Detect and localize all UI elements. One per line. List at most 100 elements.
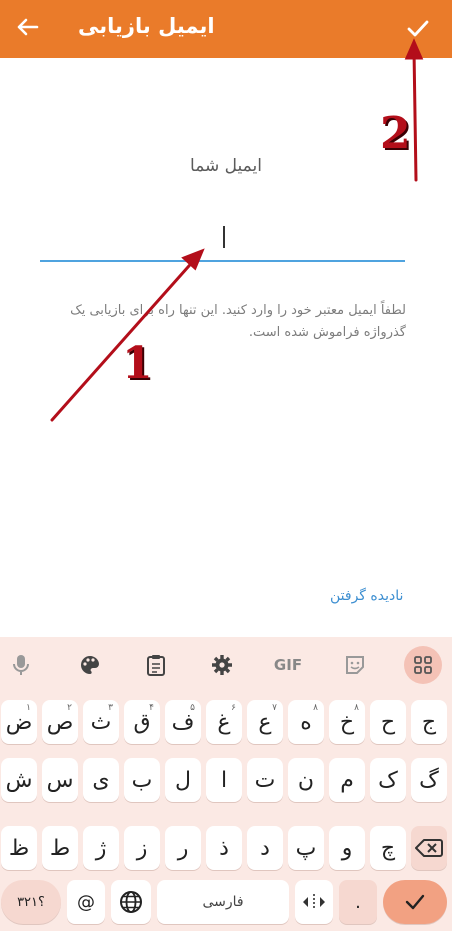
numbers-key[interactable]: ؟۳۲۱ — [1, 880, 61, 924]
key-label: و — [341, 835, 353, 861]
key[interactable]: ف۵ — [165, 700, 201, 744]
key-label: گ — [419, 767, 439, 793]
email-label: ایمیل شما — [190, 156, 262, 176]
key-label: ی — [92, 767, 110, 793]
key-label: ل — [175, 767, 191, 793]
key[interactable]: ل — [165, 758, 201, 802]
key-hint: ۴ — [149, 703, 154, 713]
sticker-icon[interactable] — [339, 649, 371, 681]
key-label: د — [260, 835, 270, 861]
cursor-arrows-icon — [303, 894, 325, 910]
key-label: ط — [49, 835, 71, 861]
backspace-key[interactable] — [411, 826, 447, 870]
key-label: ق — [133, 709, 151, 735]
key[interactable]: ش — [1, 758, 37, 802]
key-label: ج — [421, 709, 437, 735]
key[interactable]: ط — [42, 826, 78, 870]
skip-link[interactable]: نادیده گرفتن — [330, 588, 403, 604]
gif-button[interactable]: GIF — [272, 649, 304, 681]
page-title: ایمیل بازیابی — [78, 14, 215, 38]
key-label: ث — [90, 709, 112, 735]
key-label: ه — [300, 709, 312, 735]
key-label: ظ — [8, 835, 30, 861]
key-hint: ۵ — [190, 703, 195, 713]
key[interactable]: ا — [206, 758, 242, 802]
key[interactable]: ج — [411, 700, 447, 744]
key-label: چ — [380, 835, 396, 861]
clipboard-icon[interactable] — [140, 649, 172, 681]
key[interactable]: ذ — [206, 826, 242, 870]
text-caret — [223, 226, 225, 248]
check-icon[interactable] — [402, 12, 434, 44]
palette-icon[interactable] — [74, 649, 106, 681]
key-label: م — [340, 767, 354, 793]
key[interactable]: ح — [370, 700, 406, 744]
key-label: خ — [339, 709, 355, 735]
key[interactable]: گ — [411, 758, 447, 802]
keyboard: GIF ج ح خ۸ ه۸ ع۷ غ۶ ف۵ ق۴ ث۳ ص۲ ض۱ گ ک م… — [0, 637, 452, 931]
cursor-move-key[interactable] — [295, 880, 333, 924]
app-bar: ایمیل بازیابی — [0, 0, 452, 58]
key-label: پ — [295, 835, 317, 861]
hint-text: لطفاً ایمیل معتبر خود را وارد کنید. این … — [70, 303, 406, 340]
key-label: ژ — [95, 835, 107, 861]
key[interactable]: چ — [370, 826, 406, 870]
key[interactable]: غ۶ — [206, 700, 242, 744]
check-icon — [405, 894, 425, 910]
key-hint: ۸ — [354, 703, 359, 713]
enter-key[interactable] — [383, 880, 447, 924]
annotation-marker-2: 2 — [380, 108, 411, 159]
key[interactable]: ب — [124, 758, 160, 802]
key[interactable]: پ — [288, 826, 324, 870]
key[interactable]: ر — [165, 826, 201, 870]
key-hint: ۶ — [231, 703, 236, 713]
key-label: ا — [220, 767, 228, 793]
key-label: ک — [378, 767, 398, 793]
key-label: ر — [177, 835, 189, 861]
key-hint: ۷ — [272, 703, 277, 713]
key[interactable]: و — [329, 826, 365, 870]
at-key[interactable]: @ — [67, 880, 105, 924]
key[interactable]: ع۷ — [247, 700, 283, 744]
key[interactable]: ث۳ — [83, 700, 119, 744]
key[interactable]: ی — [83, 758, 119, 802]
key-label: ن — [297, 767, 315, 793]
key[interactable]: ت — [247, 758, 283, 802]
key[interactable]: خ۸ — [329, 700, 365, 744]
annotation-marker-1: 1 — [122, 338, 153, 389]
key[interactable]: ظ — [1, 826, 37, 870]
key-label: س — [46, 767, 74, 793]
gear-icon[interactable] — [206, 649, 238, 681]
key[interactable]: ض۱ — [1, 700, 37, 744]
key-label: ت — [254, 767, 276, 793]
key-label: ض — [5, 709, 33, 735]
space-key[interactable]: فارسی — [157, 880, 289, 924]
key-label: ح — [380, 709, 396, 735]
apps-grid-icon[interactable] — [404, 646, 442, 684]
key-hint: ۸ — [313, 703, 318, 713]
key[interactable]: د — [247, 826, 283, 870]
key-hint: ۱ — [26, 703, 31, 713]
key-label: ب — [131, 767, 153, 793]
key[interactable]: ن — [288, 758, 324, 802]
key[interactable]: س — [42, 758, 78, 802]
arrow-left-icon[interactable] — [12, 12, 42, 42]
key-label: ز — [136, 835, 148, 861]
mic-icon[interactable] — [5, 649, 37, 681]
globe-icon — [120, 891, 142, 913]
key[interactable]: ق۴ — [124, 700, 160, 744]
key[interactable]: ژ — [83, 826, 119, 870]
key-hint: ۲ — [67, 703, 72, 713]
language-key[interactable] — [111, 880, 151, 924]
period-key[interactable]: . — [339, 880, 377, 924]
key[interactable]: ه۸ — [288, 700, 324, 744]
keyboard-toolbar: GIF — [0, 637, 452, 693]
key[interactable]: ص۲ — [42, 700, 78, 744]
key[interactable]: ز — [124, 826, 160, 870]
key-label: ص — [46, 709, 74, 735]
key[interactable]: ک — [370, 758, 406, 802]
key-hint: ۳ — [108, 703, 113, 713]
key[interactable]: م — [329, 758, 365, 802]
key-label: ع — [258, 709, 272, 735]
key-label: ش — [5, 767, 33, 793]
